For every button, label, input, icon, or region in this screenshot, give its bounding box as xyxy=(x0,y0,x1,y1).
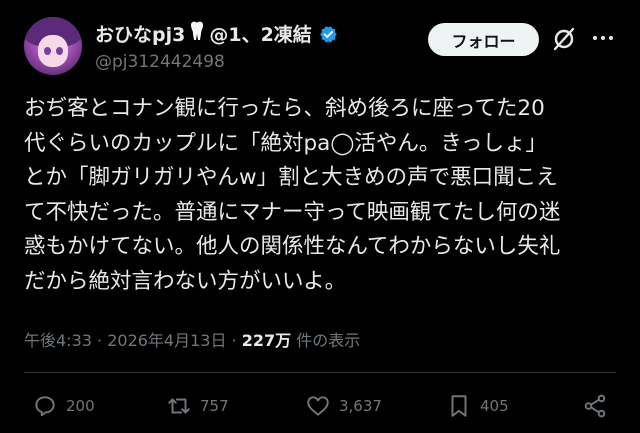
meta-separator: · xyxy=(97,331,108,350)
bookmark-button[interactable]: 405 xyxy=(446,393,509,419)
divider xyxy=(24,372,616,373)
reply-button[interactable]: 200 xyxy=(32,393,95,419)
avatar[interactable] xyxy=(24,17,82,75)
tweet-time[interactable]: 午後4:33 xyxy=(24,331,92,350)
repost-button[interactable]: 757 xyxy=(166,393,229,419)
like-count: 3,637 xyxy=(339,397,382,415)
action-bar: 200 757 3,637 405 xyxy=(0,393,640,429)
tooth-icon xyxy=(189,21,205,46)
tweet-meta: 午後4:33 · 2026年4月13日 · 227万 件の表示 xyxy=(24,327,360,351)
avatar-face xyxy=(38,35,68,67)
user-handle[interactable]: @pj312442498 xyxy=(95,52,225,72)
bookmark-icon xyxy=(451,395,467,417)
avatar-eye-left xyxy=(44,47,51,55)
tweet-text: おぢ客とコナン観に行ったら、斜め後ろに座ってた20 代ぐらいのカップルに「絶対p… xyxy=(24,96,561,294)
view-count-label: 件の表示 xyxy=(296,331,361,350)
share-icon xyxy=(584,394,606,418)
view-count: 227万 xyxy=(241,331,292,350)
more-dots-icon[interactable] xyxy=(590,28,616,48)
reply-count: 200 xyxy=(66,397,95,415)
display-name-suffix[interactable]: @1、2凍結 xyxy=(209,20,311,47)
grok-icon[interactable] xyxy=(551,26,577,52)
repost-icon xyxy=(168,398,190,414)
verified-badge-icon xyxy=(318,24,338,44)
reply-icon xyxy=(35,396,55,417)
follow-button[interactable]: フォロー xyxy=(428,23,539,56)
meta-separator: · xyxy=(231,331,242,350)
like-button[interactable]: 3,637 xyxy=(305,393,382,419)
tweet-date[interactable]: 2026年4月13日 xyxy=(107,331,226,350)
display-name[interactable]: おひなpj3 xyxy=(95,20,185,47)
share-button[interactable] xyxy=(582,393,608,419)
user-name-row[interactable]: おひなpj3 @1、2凍結 xyxy=(95,20,338,47)
heart-icon xyxy=(307,396,329,416)
repost-count: 757 xyxy=(200,397,229,415)
bookmark-count: 405 xyxy=(480,397,509,415)
avatar-eye-right xyxy=(56,47,63,55)
